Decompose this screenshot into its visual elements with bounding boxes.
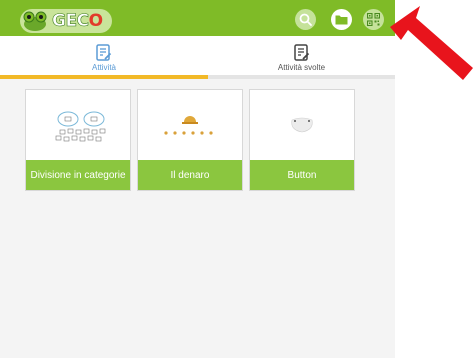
edit-document-icon	[96, 44, 112, 61]
folder-icon	[335, 15, 348, 25]
search-button[interactable]	[295, 9, 316, 30]
folder-button[interactable]	[331, 9, 352, 30]
edit-document-icon	[293, 44, 309, 61]
geco-logo: GECO	[20, 9, 112, 33]
tab-bar: Attività Attività svolte	[0, 36, 395, 78]
tab-underline	[0, 75, 395, 79]
app-window: GECO Attività Attività svolte Divisione …	[0, 0, 395, 358]
annotation-arrow-icon	[390, 6, 473, 80]
app-header: GECO	[0, 0, 395, 36]
qr-code-icon	[367, 13, 380, 26]
frog-logo-icon	[23, 11, 47, 31]
tab-attivita-svolte[interactable]: Attività svolte	[208, 36, 395, 78]
activity-card-il-denaro[interactable]: Il denaro	[137, 89, 243, 191]
white-button-icon	[291, 117, 313, 133]
active-tab-indicator	[0, 75, 208, 79]
qr-scan-button[interactable]	[363, 9, 384, 30]
search-icon	[299, 13, 312, 26]
tab-attivita-svolte-label: Attività svolte	[277, 63, 326, 72]
tab-attivita-label: Attività	[91, 63, 116, 72]
activity-card-label: Divisione in categorie	[26, 160, 130, 190]
categories-diagram-icon	[55, 111, 106, 142]
activity-card-label: Button	[250, 160, 354, 190]
activity-card-divisione-in-categorie[interactable]: Divisione in categorie	[25, 89, 131, 191]
tab-attivita[interactable]: Attività	[0, 36, 208, 78]
logo-text: GECO	[52, 11, 103, 32]
bell-and-coins-icon	[164, 116, 213, 135]
activity-card-label: Il denaro	[138, 160, 242, 190]
activity-card-button[interactable]: Button	[249, 89, 355, 191]
